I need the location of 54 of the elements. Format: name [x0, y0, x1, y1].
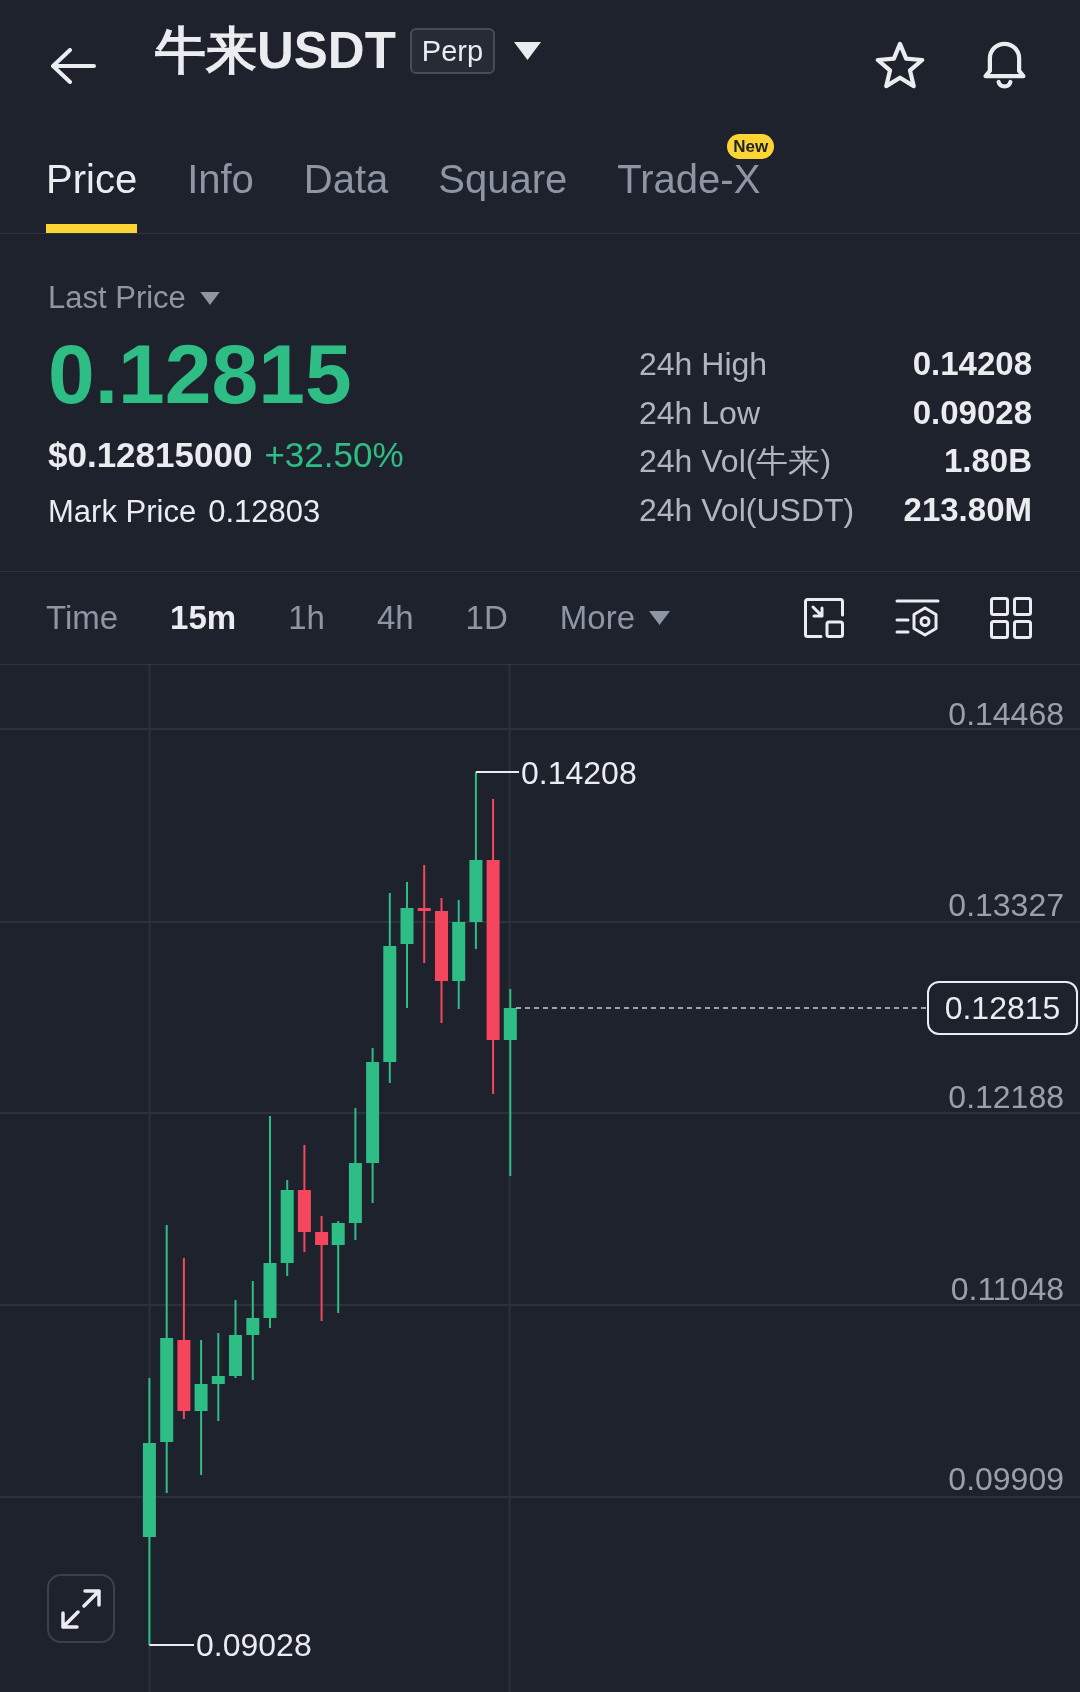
usd-price: $0.12815000: [48, 434, 253, 476]
stat-label: 24h Vol(USDT): [639, 490, 855, 530]
stat-value: 0.14208: [912, 344, 1032, 385]
price-axis-label: 0.09909: [948, 1463, 1064, 1495]
stat-value: 1.80B: [943, 441, 1032, 482]
interval-tab[interactable]: 1h: [288, 596, 325, 640]
interval-tab[interactable]: 4h: [376, 596, 414, 640]
price-type-dropdown[interactable]: Last Price: [48, 278, 220, 318]
leader-line: [474, 771, 520, 773]
low-price-label: 0.09028: [196, 1629, 312, 1661]
caret-icon: [514, 42, 542, 60]
stat-label: 24h Low: [639, 393, 760, 433]
lines-settings-icon: [895, 597, 940, 639]
leader-line: [148, 1644, 195, 1646]
caret-icon: [199, 291, 220, 305]
star-icon: [875, 41, 925, 89]
stat-label: 24h Vol(牛来): [639, 442, 832, 482]
symbol-dropdown-button[interactable]: [514, 42, 542, 60]
interval-tab[interactable]: Time: [46, 596, 119, 640]
window-arrow-icon: [803, 597, 845, 639]
caret-icon: [649, 611, 670, 625]
expand-icon: [61, 1588, 101, 1629]
tab[interactable]: Info: [187, 159, 254, 233]
stat-label: 24h High: [639, 345, 768, 385]
tab[interactable]: Price: [46, 159, 138, 233]
price-axis-label: 0.12188: [948, 1081, 1064, 1113]
new-badge: New: [727, 134, 775, 159]
price-axis-label: 0.13327: [948, 889, 1064, 921]
expand-button[interactable]: [47, 1574, 115, 1643]
back-arrow-icon: [50, 48, 96, 84]
last-price-tag: 0.12815: [927, 981, 1078, 1035]
grid-icon: [990, 597, 1032, 639]
interval-tab[interactable]: 15m: [170, 596, 237, 640]
price-change: +32.50%: [264, 434, 404, 476]
interval-tab[interactable]: 1D: [465, 596, 508, 640]
favorite-button[interactable]: [875, 41, 925, 89]
last-price: 0.12815: [48, 330, 352, 418]
contract-type-badge: Perp: [409, 28, 496, 74]
more-intervals-dropdown[interactable]: More: [559, 596, 670, 640]
indicator-settings-button[interactable]: [895, 597, 940, 639]
high-price-label: 0.14208: [521, 757, 637, 789]
tab[interactable]: Trade-X: [617, 159, 761, 233]
stat-value: 213.80M: [903, 489, 1032, 530]
layout-button[interactable]: [990, 597, 1032, 639]
mark-price-value: 0.12803: [208, 493, 321, 531]
mark-price-label: Mark Price: [48, 493, 197, 531]
chart-window-button[interactable]: [803, 597, 845, 639]
tab[interactable]: Data: [303, 159, 389, 233]
stat-value: 0.09028: [912, 392, 1032, 433]
back-button[interactable]: [50, 48, 96, 84]
price-axis-label: 0.11048: [950, 1273, 1064, 1305]
tab[interactable]: Square: [438, 159, 568, 233]
symbol-title: 牛来USDT: [155, 21, 396, 81]
price-axis-label: 0.14468: [948, 698, 1064, 730]
